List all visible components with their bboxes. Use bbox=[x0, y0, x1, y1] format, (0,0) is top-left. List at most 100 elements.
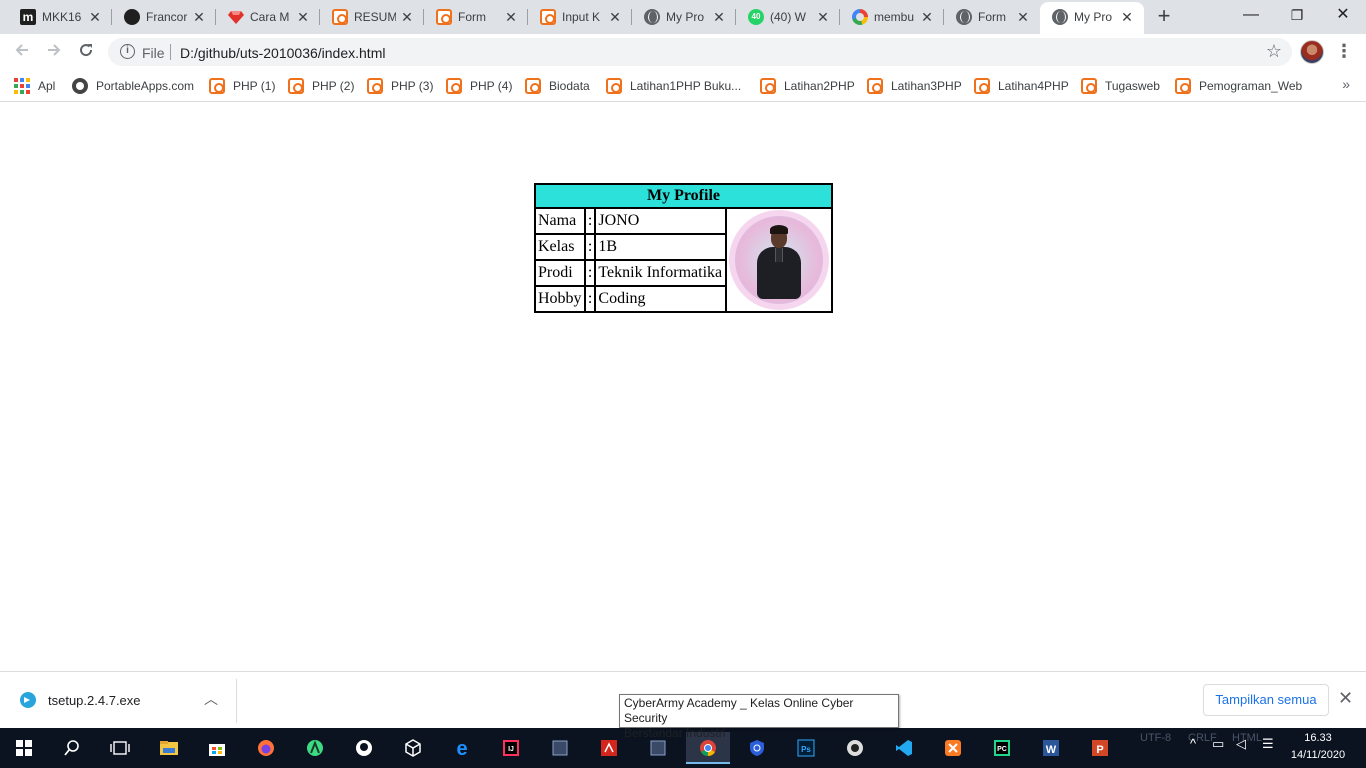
forward-button[interactable] bbox=[40, 38, 68, 66]
profile-avatar[interactable] bbox=[1300, 40, 1324, 64]
tab-close-icon[interactable]: ✕ bbox=[1014, 8, 1032, 26]
ruby-icon bbox=[228, 9, 244, 25]
tab-close-icon[interactable]: ✕ bbox=[294, 8, 312, 26]
tab-mkk16[interactable]: m MKK16 ✕ bbox=[8, 0, 112, 34]
bookmark-tugasweb[interactable]: Tugasweb bbox=[1081, 76, 1160, 96]
photo-person-hair bbox=[770, 225, 788, 234]
taskbar-edge[interactable]: e bbox=[440, 732, 484, 764]
tab-close-icon[interactable]: ✕ bbox=[814, 8, 832, 26]
tab-close-icon[interactable]: ✕ bbox=[190, 8, 208, 26]
info-icon[interactable]: i bbox=[120, 44, 135, 59]
tab-whatsapp[interactable]: 40 (40) W ✕ bbox=[736, 0, 840, 34]
bookmark-biodata[interactable]: Biodata bbox=[525, 76, 590, 96]
xampp-icon bbox=[606, 78, 622, 94]
bookmark-pemograman-web[interactable]: Pemograman_Web bbox=[1175, 76, 1302, 96]
xampp-icon bbox=[760, 78, 776, 94]
new-tab-button[interactable]: + bbox=[1150, 4, 1178, 30]
bookmarks-overflow-button[interactable]: » bbox=[1342, 76, 1350, 92]
bookmark-latihan1php[interactable]: Latihan1PHP Buku... bbox=[606, 76, 741, 96]
url-text[interactable]: D:/github/uts-2010036/index.html bbox=[180, 45, 385, 61]
tab-resum[interactable]: RESUM ✕ bbox=[320, 0, 424, 34]
tab-my-profile-active[interactable]: My Pro ✕ bbox=[1040, 2, 1144, 34]
address-bar[interactable]: i File D:/github/uts-2010036/index.html … bbox=[108, 38, 1292, 66]
search-button[interactable] bbox=[50, 732, 94, 764]
bookmark-label: Latihan1PHP Buku... bbox=[630, 79, 742, 93]
row-value: Coding bbox=[595, 286, 726, 312]
android-studio-icon bbox=[307, 740, 323, 756]
taskbar-3d-app[interactable] bbox=[391, 732, 435, 764]
taskbar-word[interactable]: W bbox=[1029, 732, 1073, 764]
page-content: My Profile Nama : JONO Kelas : 1B Prodi bbox=[0, 103, 1366, 671]
taskbar-xampp[interactable] bbox=[931, 732, 975, 764]
bookmark-apps[interactable]: Apl bbox=[14, 76, 55, 96]
taskbar-pycharm[interactable]: PC bbox=[980, 732, 1024, 764]
start-button[interactable] bbox=[2, 732, 46, 764]
bookmark-php-4[interactable]: PHP (4) bbox=[446, 76, 512, 96]
taskbar-file-explorer[interactable] bbox=[147, 732, 191, 764]
tab-label: Input K bbox=[562, 10, 601, 24]
minimize-button[interactable]: — bbox=[1228, 0, 1274, 32]
close-download-bar-button[interactable]: ✕ bbox=[1338, 688, 1353, 709]
tab-close-icon[interactable]: ✕ bbox=[918, 8, 936, 26]
photo-cell bbox=[726, 208, 832, 312]
profile-table-title: My Profile bbox=[535, 184, 832, 208]
faded-status-encoding: UTF-8 bbox=[1140, 732, 1172, 744]
tab-close-icon[interactable]: ✕ bbox=[86, 8, 104, 26]
firefox-icon bbox=[258, 740, 274, 756]
reload-button[interactable] bbox=[72, 38, 100, 66]
chrome-icon bbox=[700, 740, 716, 757]
taskbar-github-desktop[interactable] bbox=[342, 732, 386, 764]
tab-close-icon[interactable]: ✕ bbox=[398, 8, 416, 26]
tab-form-2[interactable]: Form ✕ bbox=[944, 0, 1040, 34]
tab-my-profile[interactable]: My Pro ✕ bbox=[632, 0, 736, 34]
m-icon: m bbox=[20, 9, 36, 25]
row-separator: : bbox=[584, 234, 596, 260]
tab-close-icon[interactable]: ✕ bbox=[1118, 8, 1136, 26]
bookmark-latihan2php[interactable]: Latihan2PHP bbox=[760, 76, 855, 96]
bookmark-php-2[interactable]: PHP (2) bbox=[288, 76, 354, 96]
bookmark-label: Latihan2PHP bbox=[784, 79, 855, 93]
taskbar-firefox[interactable] bbox=[244, 732, 288, 764]
svg-text:P: P bbox=[1096, 744, 1103, 756]
tab-close-icon[interactable]: ✕ bbox=[606, 8, 624, 26]
vscode-icon bbox=[896, 740, 912, 756]
portableapps-icon bbox=[72, 78, 88, 94]
tab-form[interactable]: Form ✕ bbox=[424, 0, 528, 34]
tray-chevron-up-icon[interactable]: ^ bbox=[1190, 736, 1196, 751]
bookmark-latihan4php[interactable]: Latihan4PHP bbox=[974, 76, 1069, 96]
maximize-button[interactable]: ❐ bbox=[1274, 0, 1320, 32]
taskbar-android-studio[interactable] bbox=[293, 732, 337, 764]
download-file-name[interactable]: tsetup.2.4.7.exe bbox=[48, 693, 141, 708]
bookmark-php-3[interactable]: PHP (3) bbox=[367, 76, 433, 96]
show-all-downloads-button[interactable]: Tampilkan semua bbox=[1203, 684, 1329, 716]
tab-input-k[interactable]: Input K ✕ bbox=[528, 0, 632, 34]
network-icon[interactable]: ▭ bbox=[1212, 736, 1224, 752]
tab-francor[interactable]: Francor ✕ bbox=[112, 0, 216, 34]
tab-membu[interactable]: membu ✕ bbox=[840, 0, 944, 34]
taskbar-intellij[interactable]: IJ bbox=[489, 732, 533, 764]
back-button[interactable] bbox=[8, 38, 36, 66]
browser-toolbar: i File D:/github/uts-2010036/index.html … bbox=[0, 34, 1366, 70]
bookmark-portableapps[interactable]: PortableApps.com bbox=[72, 76, 194, 96]
menu-kebab-icon[interactable]: ⋮ bbox=[1334, 40, 1354, 64]
row-value: JONO bbox=[595, 208, 726, 234]
system-clock[interactable]: 16.33 14/11/2020 bbox=[1288, 730, 1348, 764]
taskbar-store[interactable] bbox=[195, 732, 239, 764]
volume-icon[interactable]: ◁ bbox=[1236, 736, 1246, 752]
svg-text:IJ: IJ bbox=[508, 746, 514, 753]
bookmark-php-1[interactable]: PHP (1) bbox=[209, 76, 275, 96]
row-value: Teknik Informatika bbox=[595, 260, 726, 286]
bookmark-star-icon[interactable]: ☆ bbox=[1266, 41, 1282, 62]
close-window-button[interactable]: ✕ bbox=[1320, 0, 1366, 32]
chevron-up-icon[interactable]: ︿ bbox=[204, 689, 218, 709]
taskbar-app-generic-1[interactable] bbox=[538, 732, 582, 764]
tab-cara-m[interactable]: Cara M ✕ bbox=[216, 0, 320, 34]
taskbar-powerpoint[interactable]: P bbox=[1078, 732, 1122, 764]
cube-icon bbox=[405, 739, 421, 757]
tab-close-icon[interactable]: ✕ bbox=[710, 8, 728, 26]
tab-close-icon[interactable]: ✕ bbox=[502, 8, 520, 26]
action-center-icon[interactable]: ☰ bbox=[1262, 736, 1274, 752]
bookmark-latihan3php[interactable]: Latihan3PHP bbox=[867, 76, 962, 96]
task-view-button[interactable] bbox=[98, 732, 142, 764]
store-icon bbox=[209, 744, 225, 756]
